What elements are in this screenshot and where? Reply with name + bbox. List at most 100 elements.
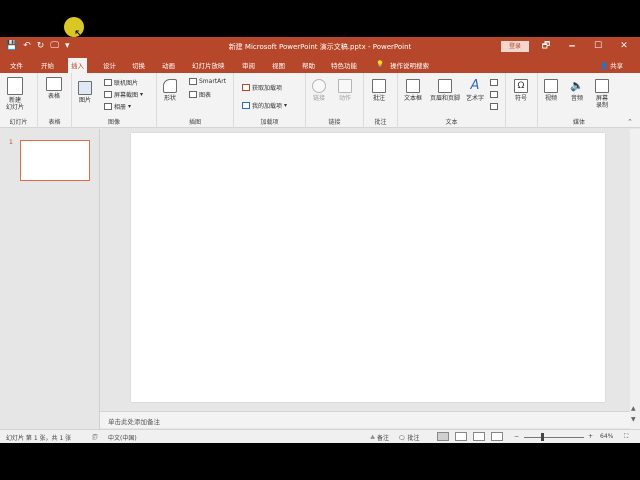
photo-album-button[interactable]: 相册 ▾ [104,102,131,111]
tab-featured[interactable]: 特色功能 [331,60,357,70]
zoom-slider-thumb[interactable] [540,433,544,441]
tab-help[interactable]: 帮助 [302,60,315,70]
table-button[interactable]: 表格 [46,77,62,100]
group-slides: 新建 幻灯片 幻灯片 [0,73,38,128]
group-links: 链接 动作 链接 [306,73,364,128]
group-label-illustrations: 插图 [188,119,201,126]
screen-recording-button[interactable]: 屏幕 录制 [595,79,609,109]
vertical-scrollbar[interactable]: ▲ ▼ [630,129,640,429]
group-label-media: 媒体 [572,119,585,126]
tab-transitions[interactable]: 切换 [132,60,145,70]
shapes-icon [163,79,177,93]
group-comments: 批注 批注 [364,73,398,128]
collapse-ribbon-icon[interactable]: ⌃ [627,118,633,126]
action-button[interactable]: 动作 [338,79,352,102]
work-area: 1 单击此处添加备注 ▲ ▼ [0,129,640,429]
notes-toggle[interactable]: ≙ 备注 [370,433,389,442]
date-time-button[interactable] [490,79,498,86]
zoom-out-icon[interactable]: − [514,433,519,440]
date-icon [490,79,498,86]
picture-icon [78,81,92,95]
group-label-text: 文本 [445,119,458,126]
tab-home[interactable]: 开始 [41,60,54,70]
textbox-icon [406,79,420,93]
video-button[interactable]: 视频 [544,79,558,102]
smartart-button[interactable]: SmartArt [189,78,226,85]
globe-link-icon [312,79,326,93]
screen-recording-icon [595,79,609,93]
slide-number: 1 [9,139,13,146]
sign-in-button[interactable]: 登录 [501,41,529,52]
slide-sorter-icon[interactable] [455,432,467,441]
pictures-button[interactable]: 图片 [78,81,92,104]
chart-button[interactable]: 图表 [189,90,211,99]
object-button[interactable] [490,103,498,110]
symbol-button[interactable]: Ω 符号 [514,79,528,102]
my-addins-button[interactable]: 我的加载项 ▾ [242,101,287,110]
group-label-addins: 加载项 [260,119,279,126]
screenshot-button[interactable]: 屏幕截图 ▾ [104,90,143,99]
tab-file[interactable]: 文件 [10,60,23,70]
comment-button[interactable]: 批注 [372,79,386,102]
zoom-slider[interactable] [524,437,584,438]
comments-toggle-label: 批注 [407,435,420,442]
tab-view[interactable]: 视图 [272,60,285,70]
slideshow-view-icon[interactable] [491,432,503,441]
maximize-icon[interactable]: ☐ [585,39,611,53]
language-status[interactable]: 中文(中国) [108,433,137,442]
share-button[interactable]: 👤 共享 [600,60,623,70]
ribbon-tabs: 文件 开始 插入 设计 切换 动画 幻灯片放映 审阅 视图 帮助 特色功能 💡 … [0,56,640,73]
zoom-in-icon[interactable]: + [588,433,593,440]
normal-view-icon[interactable] [437,432,449,441]
object-icon [490,103,498,110]
tell-me-search[interactable]: 操作说明搜索 [390,60,429,70]
scroll-next-icon[interactable]: ▼ [631,416,636,423]
slide-thumbnail[interactable] [20,140,90,181]
group-label-slides: 幻灯片 [9,119,28,126]
shapes-button[interactable]: 形状 [163,79,177,102]
textbox-button[interactable]: 文本框 [404,79,422,102]
reading-view-icon[interactable] [473,432,485,441]
online-pictures-button[interactable]: 联机图片 [104,78,138,87]
tab-design[interactable]: 设计 [103,60,116,70]
ribbon-insert: 新建 幻灯片 幻灯片 表格 表格 图片 联机图片 屏幕截图 ▾ 相册 ▾ 图像 [0,73,640,128]
minimize-icon[interactable]: 🗕 [559,39,585,53]
get-addins-button[interactable]: 获取加载项 [242,83,282,92]
powerpoint-window: 💾 ↶ ↻ 🖵 ▾ 新建 Microsoft PowerPoint 演示文稿.p… [0,37,640,443]
wordart-button[interactable]: A 艺术字 [466,79,484,103]
new-slide-button[interactable]: 新建 幻灯片 [6,77,24,111]
slide-number-button[interactable] [490,91,498,98]
video-icon [544,79,558,93]
speaker-icon: 🔈 [570,79,584,92]
comments-toggle[interactable]: 🗨 批注 [398,433,420,442]
tab-insert[interactable]: 插入 [68,58,87,73]
tab-animations[interactable]: 动画 [162,60,175,70]
notes-pane[interactable]: 单击此处添加备注 [100,411,630,428]
close-icon[interactable]: ✕ [611,39,637,53]
scroll-prev-icon[interactable]: ▲ [631,405,636,412]
slide-canvas[interactable] [131,133,605,402]
table-icon [46,77,62,91]
fit-slide-icon[interactable]: ⛶ [624,433,628,441]
group-media: 视频 🔈 音频 屏幕 录制 媒体 [538,73,620,128]
group-label-links: 链接 [328,119,341,126]
share-label: 共享 [610,62,624,70]
slide-count-status: 幻灯片 第 1 张，共 1 张 [6,435,72,442]
link-button[interactable]: 链接 [312,79,326,102]
comment-icon [372,79,386,93]
tab-slideshow[interactable]: 幻灯片放映 [192,60,225,70]
ribbon-display-icon[interactable]: 🗗 [533,39,559,53]
album-icon [104,103,112,110]
spellcheck-icon[interactable]: 🗊 [92,433,98,443]
header-footer-button[interactable]: 页眉和页脚 [430,79,460,102]
group-label-comments: 批注 [374,119,387,126]
group-label-images: 图像 [107,119,120,126]
online-picture-icon [104,79,112,86]
tab-review[interactable]: 审阅 [242,60,255,70]
title-bar: 💾 ↶ ↻ 🖵 ▾ 新建 Microsoft PowerPoint 演示文稿.p… [0,37,640,56]
audio-button[interactable]: 🔈 音频 [570,79,584,102]
zoom-level[interactable]: 64% [600,433,613,440]
notes-toggle-label: 备注 [376,435,389,442]
number-icon [490,91,498,98]
addins-icon [242,102,250,109]
